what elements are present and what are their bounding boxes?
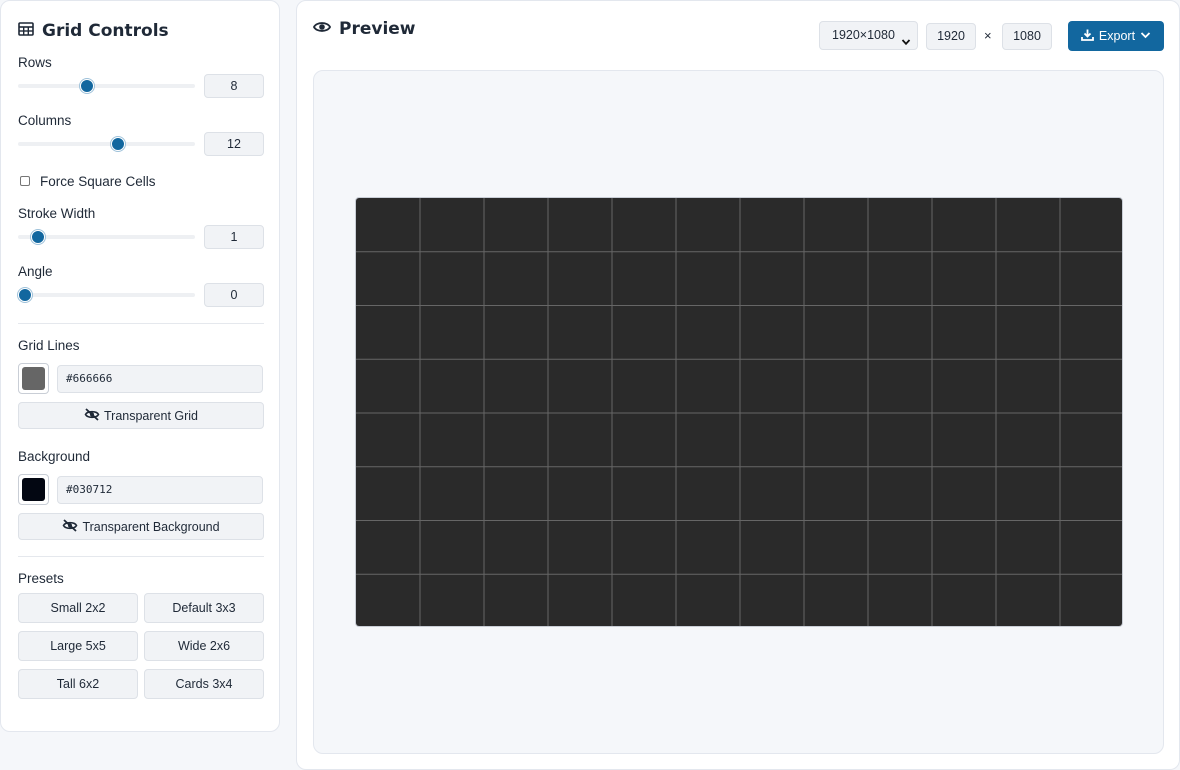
preview-stage — [313, 70, 1164, 754]
stroke-width-label: Stroke Width — [18, 206, 96, 221]
grid-lines-color-swatch[interactable] — [18, 363, 49, 394]
rows-slider-row: 8 — [18, 74, 264, 98]
force-square-row: Force Square Cells — [18, 173, 263, 189]
grid-controls-panel: Grid Controls Rows 8 Columns 12 Force Sq… — [0, 0, 280, 732]
stroke-width-input[interactable]: 1 — [204, 225, 264, 249]
eye-icon — [312, 19, 332, 39]
stroke-width-slider-thumb[interactable] — [31, 230, 46, 244]
background-color-row: #030712 — [18, 474, 263, 505]
preview-header: Preview — [312, 19, 416, 39]
columns-slider-row: 12 — [18, 132, 264, 156]
grid-lines-color-fill — [22, 367, 45, 390]
grid-lines-label: Grid Lines — [18, 338, 80, 353]
stroke-width-slider-row: 1 — [18, 225, 264, 249]
transparent-background-label: Transparent Background — [82, 519, 220, 534]
preview-title: Preview — [339, 19, 416, 39]
panel-header: Grid Controls — [18, 19, 263, 43]
preview-panel: Preview 1920×1080 1920 × 1080 Export — [296, 0, 1180, 770]
grid-preview — [356, 198, 1122, 626]
divider — [18, 323, 264, 324]
eye-slash-icon — [62, 518, 78, 535]
background-hex-input[interactable]: #030712 — [57, 475, 263, 504]
canvas-width-input[interactable]: 1920 — [926, 23, 976, 50]
presets-label: Presets — [18, 571, 64, 586]
angle-label: Angle — [18, 264, 53, 279]
grid-lines-color-row: #666666 — [18, 363, 263, 394]
rows-slider-thumb[interactable] — [79, 79, 94, 93]
background-color-swatch[interactable] — [18, 474, 49, 505]
background-label: Background — [18, 449, 91, 464]
rows-label: Rows — [18, 55, 52, 70]
background-color-fill — [22, 478, 45, 501]
grid-lines-hex-input[interactable]: #666666 — [57, 364, 263, 393]
canvas-height-input[interactable]: 1080 — [1002, 23, 1052, 50]
preset-large-5x5-button[interactable]: Large 5x5 — [18, 631, 138, 661]
columns-slider-thumb[interactable] — [110, 137, 125, 151]
preset-cards-3x4-button[interactable]: Cards 3x4 — [144, 669, 264, 699]
transparent-background-button[interactable]: Transparent Background — [18, 513, 264, 540]
dimension-separator: × — [984, 28, 992, 43]
chevron-down-icon — [901, 30, 911, 57]
presets-grid: Small 2x2 Default 3x3 Large 5x5 Wide 2x6… — [18, 593, 264, 699]
rows-input[interactable]: 8 — [204, 74, 264, 98]
preset-default-3x3-button[interactable]: Default 3x3 — [144, 593, 264, 623]
canvas-size-value: 1920×1080 — [832, 28, 895, 42]
export-button[interactable]: Export — [1068, 21, 1164, 51]
force-square-label: Force Square Cells — [40, 173, 156, 189]
canvas-size-select[interactable]: 1920×1080 — [819, 21, 918, 50]
angle-input[interactable]: 0 — [204, 283, 264, 307]
transparent-grid-button[interactable]: Transparent Grid — [18, 402, 264, 429]
columns-label: Columns — [18, 113, 72, 128]
panel-title: Grid Controls — [42, 21, 169, 41]
chevron-down-icon — [1140, 29, 1151, 43]
columns-slider[interactable] — [18, 142, 195, 146]
transparent-grid-label: Transparent Grid — [103, 408, 199, 423]
export-label: Export — [1098, 29, 1136, 43]
columns-input[interactable]: 12 — [204, 132, 264, 156]
angle-slider-row: 0 — [18, 283, 264, 307]
preset-wide-2x6-button[interactable]: Wide 2x6 — [144, 631, 264, 661]
eye-slash-icon — [84, 407, 100, 424]
angle-slider-thumb[interactable] — [18, 288, 32, 302]
preset-small-2x2-button[interactable]: Small 2x2 — [18, 593, 138, 623]
rows-slider[interactable] — [18, 84, 195, 88]
divider — [18, 556, 264, 557]
grid-canvas[interactable] — [355, 197, 1123, 627]
force-square-checkbox[interactable] — [20, 176, 30, 186]
table-icon — [18, 21, 34, 41]
preset-tall-6x2-button[interactable]: Tall 6x2 — [18, 669, 138, 699]
angle-slider[interactable] — [18, 293, 195, 297]
download-icon — [1081, 29, 1094, 44]
